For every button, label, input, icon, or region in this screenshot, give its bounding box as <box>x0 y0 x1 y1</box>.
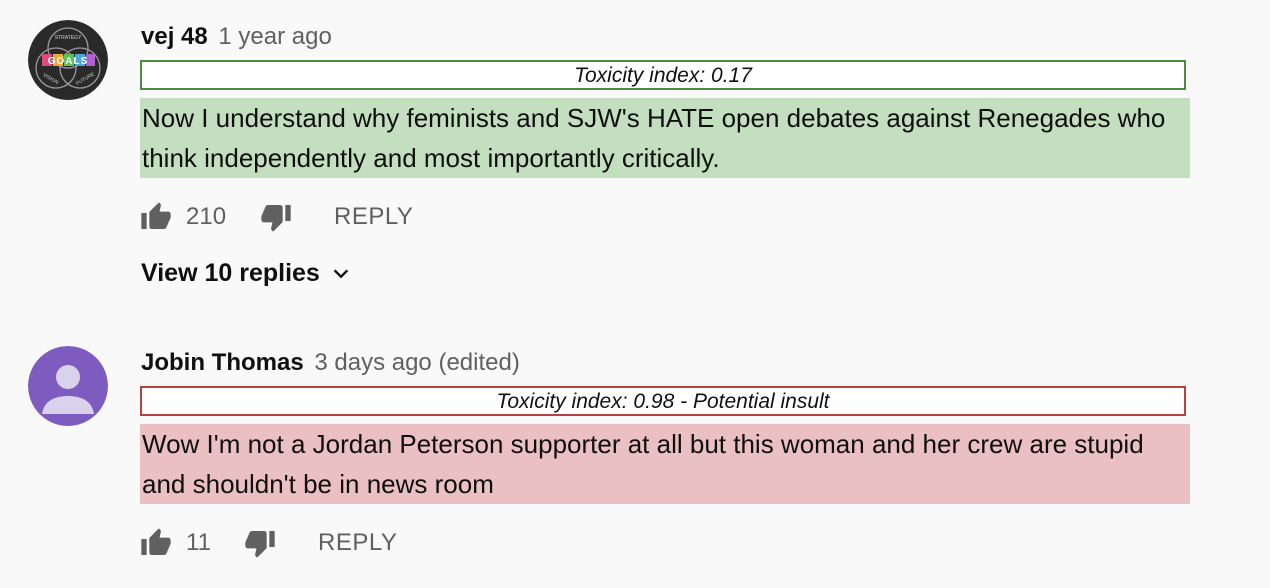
avatar-logo-text-strategy: STRATEGY <box>55 35 82 41</box>
chevron-down-icon <box>330 263 352 285</box>
like-count: 11 <box>186 529 211 556</box>
thumbs-down-icon[interactable] <box>260 201 292 233</box>
comment-actions: 11 REPLY <box>140 523 397 563</box>
thumbs-up-icon[interactable] <box>140 201 172 233</box>
view-replies-label: View 10 replies <box>141 259 320 287</box>
avatar[interactable]: GOALS STRATEGY VISION FUTURE <box>28 20 108 100</box>
reply-button[interactable]: REPLY <box>334 203 413 231</box>
toxicity-label: Toxicity index: 0.17 <box>140 60 1186 90</box>
default-person-icon <box>28 346 108 426</box>
author-name[interactable]: Jobin Thomas <box>141 349 304 376</box>
thumbs-down-icon[interactable] <box>244 527 276 559</box>
avatar-logo-text-goals: GOALS <box>48 56 89 67</box>
comment-header: vej 48 1 year ago <box>141 22 332 52</box>
view-replies-button[interactable]: View 10 replies <box>141 259 352 288</box>
comment-header: Jobin Thomas 3 days ago (edited) <box>141 348 520 378</box>
avatar[interactable] <box>28 346 108 426</box>
comment-timestamp[interactable]: 3 days ago (edited) <box>314 349 519 376</box>
goals-logo-icon: GOALS STRATEGY VISION FUTURE <box>28 20 108 100</box>
author-name[interactable]: vej 48 <box>141 23 208 50</box>
reply-button[interactable]: REPLY <box>318 529 397 557</box>
comment-text: Wow I'm not a Jordan Peterson supporter … <box>140 424 1190 504</box>
comment-text: Now I understand why feminists and SJW's… <box>140 98 1190 178</box>
thumbs-up-icon[interactable] <box>140 527 172 559</box>
comment-timestamp[interactable]: 1 year ago <box>218 23 331 50</box>
comment-actions: 210 REPLY <box>140 197 413 237</box>
toxicity-label: Toxicity index: 0.98 - Potential insult <box>140 386 1186 416</box>
like-count: 210 <box>186 203 227 230</box>
